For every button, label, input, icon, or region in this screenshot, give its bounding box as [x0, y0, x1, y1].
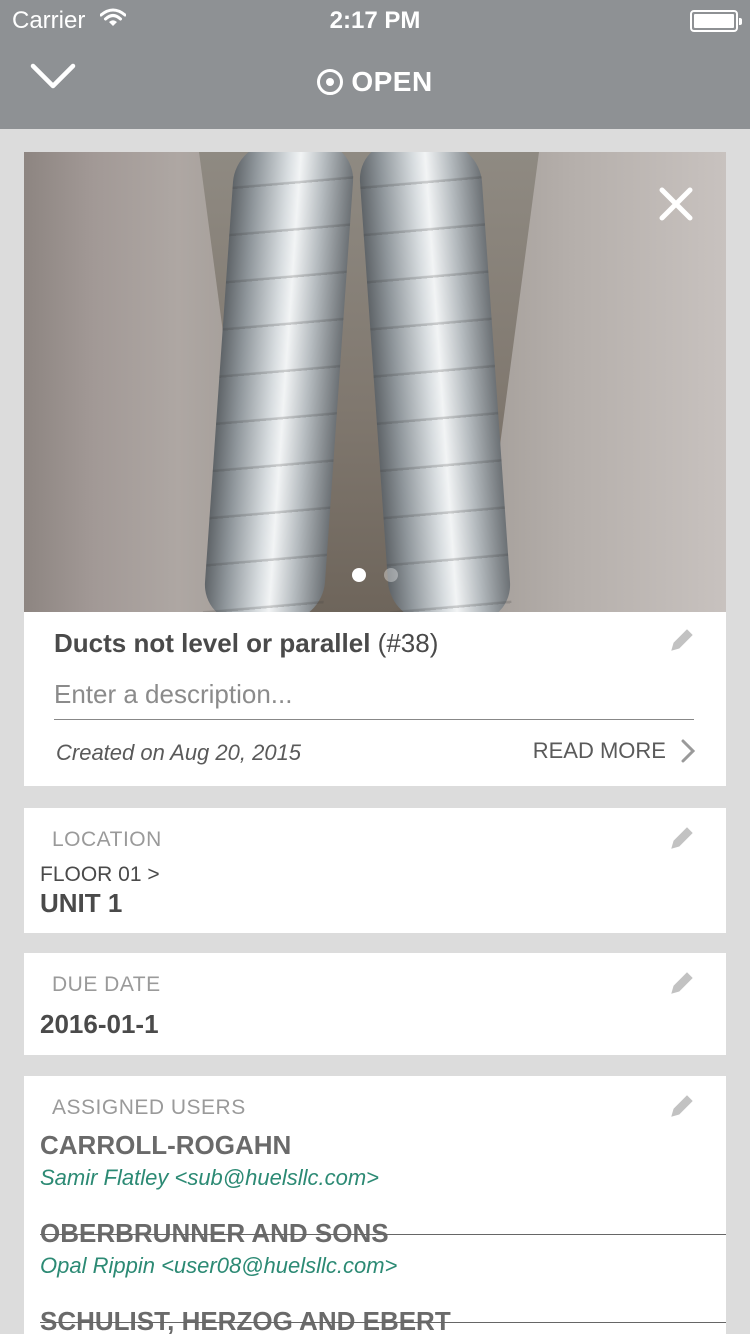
location-label: LOCATION	[52, 828, 162, 851]
edit-due-date-pencil-icon[interactable]	[668, 969, 696, 997]
status-bar: Carrier 2:17 PM	[0, 0, 750, 40]
status-radio-icon	[317, 69, 344, 95]
read-more-button[interactable]: READ MORE	[533, 738, 696, 764]
location-unit: UNIT 1	[40, 888, 123, 918]
edit-location-pencil-icon[interactable]	[668, 824, 696, 852]
user-divider	[40, 1322, 726, 1323]
issue-status[interactable]: OPEN	[0, 66, 750, 98]
assigned-user[interactable]: OBERBRUNNER AND SONS Opal Rippin <user08…	[40, 1218, 726, 1279]
close-icon	[659, 187, 693, 221]
user-company: CARROLL-ROGAHN	[40, 1130, 292, 1160]
due-date-card: DUE DATE 2016-01-1	[24, 953, 726, 1055]
photo-page-indicator[interactable]	[352, 568, 398, 582]
issue-details-card: Ducts not level or parallel (#38) Create…	[24, 612, 726, 786]
edit-title-pencil-icon[interactable]	[668, 626, 696, 654]
status-label: OPEN	[351, 66, 433, 97]
assigned-user[interactable]: CARROLL-ROGAHN Samir Flatley <sub@huelsl…	[40, 1130, 726, 1191]
user-contact: Samir Flatley <sub@huelsllc.com>	[40, 1165, 380, 1190]
description-input[interactable]	[54, 670, 694, 720]
location-floor: FLOOR 01 >	[40, 863, 160, 886]
location-card: LOCATION FLOOR 01 > UNIT 1	[24, 808, 726, 933]
due-date-label: DUE DATE	[52, 973, 161, 996]
page-dot-1[interactable]	[352, 568, 366, 582]
chevron-right-icon	[681, 739, 696, 763]
page-dot-2[interactable]	[384, 568, 398, 582]
read-more-label: READ MORE	[532, 738, 666, 763]
user-company: SCHULIST, HERZOG AND EBERT	[40, 1306, 451, 1334]
issue-photo[interactable]	[24, 152, 726, 612]
issue-title-text: Ducts not level or parallel	[54, 628, 371, 658]
user-contact: Opal Rippin <user08@huelsllc.com>	[40, 1253, 398, 1278]
battery-icon	[690, 10, 742, 32]
assigned-users-card: ASSIGNED USERS CARROLL-ROGAHN Samir Flat…	[24, 1076, 726, 1334]
issue-number: (#38)	[377, 628, 439, 658]
user-divider	[40, 1234, 726, 1235]
status-time: 2:17 PM	[329, 7, 421, 34]
created-date: Created on Aug 20, 2015	[56, 740, 302, 765]
assigned-user[interactable]: SCHULIST, HERZOG AND EBERT	[40, 1306, 726, 1334]
edit-assigned-users-pencil-icon[interactable]	[668, 1092, 696, 1120]
close-photo-button[interactable]	[656, 184, 696, 224]
due-date-value: 2016-01-1	[40, 1009, 159, 1039]
issue-title: Ducts not level or parallel (#38)	[54, 628, 438, 659]
top-bar: Carrier 2:17 PM OPEN	[0, 0, 750, 129]
assigned-users-label: ASSIGNED USERS	[52, 1096, 246, 1119]
